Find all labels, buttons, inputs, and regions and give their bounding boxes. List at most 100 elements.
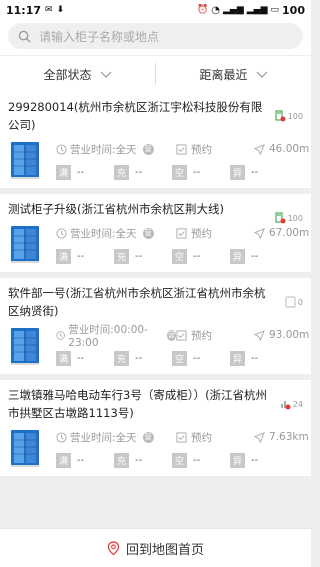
status-value: 100 <box>287 111 303 121</box>
reserve-button[interactable]: 预约 <box>176 226 254 241</box>
slot-count: 空 -- <box>172 164 230 180</box>
slot-count: 充 -- <box>114 452 172 468</box>
battery-icon: ▭ <box>270 5 280 15</box>
alarm-icon: ⏰ <box>197 5 209 15</box>
back-to-map-button[interactable]: 回到地图首页 <box>0 528 311 567</box>
slot-count: 满 -- <box>56 452 114 468</box>
distance: 46.00m <box>254 143 309 155</box>
slot-value: -- <box>77 166 85 178</box>
slot-tag: 异 <box>230 248 245 264</box>
reserve-check-icon <box>176 227 187 239</box>
slot-count: 异 -- <box>230 452 288 468</box>
slot-value: -- <box>251 250 259 262</box>
reserve-label: 预约 <box>191 329 212 342</box>
status-value: 0 <box>297 297 303 307</box>
reserve-button[interactable]: 预约 <box>176 430 254 445</box>
hours-badge: 营 <box>166 329 177 341</box>
reserve-label: 预约 <box>191 431 212 444</box>
slot-value: -- <box>135 166 143 178</box>
slot-value: -- <box>193 454 201 466</box>
slot-tag: 充 <box>114 164 129 180</box>
chevron-down-icon <box>100 71 111 78</box>
wifi-icon: ◔ <box>211 4 220 16</box>
slot-count: 充 -- <box>114 248 172 264</box>
slot-count: 满 -- <box>56 350 114 366</box>
hours-badge: 营 <box>142 431 154 443</box>
sort-filter-label: 距离最近 <box>199 67 248 82</box>
slot-tag: 满 <box>56 164 71 180</box>
slot-tag: 空 <box>172 350 187 366</box>
distance: 67.00m <box>254 227 309 239</box>
navigation-arrow-icon <box>254 227 265 239</box>
slot-value: -- <box>77 352 85 364</box>
slot-value: -- <box>251 352 259 364</box>
slot-tag: 充 <box>114 452 129 468</box>
cabinet-image <box>8 326 42 366</box>
slot-value: -- <box>193 352 201 364</box>
search-icon <box>18 30 31 43</box>
charging-offline-icon <box>275 110 286 122</box>
slot-count: 满 -- <box>56 248 114 264</box>
status-bar: 11:17 ✉ ⬇ ⏰ ◔ ▂▄▆ ▂▄▆ ▭ 100 <box>0 0 311 20</box>
navigation-arrow-icon <box>254 143 265 155</box>
navigation-arrow-icon <box>254 431 265 443</box>
reserve-check-icon <box>176 431 187 443</box>
status-value: 24 <box>292 399 303 409</box>
hours-badge: 营 <box>142 227 154 239</box>
search-input[interactable]: 请输入柜子名称或地点 <box>8 23 303 49</box>
cabinet-card[interactable]: 299280014(杭州市余杭区浙江宇松科技股份有限公司) 100 营业时间:全… <box>0 92 311 188</box>
back-to-map-label: 回到地图首页 <box>125 542 204 558</box>
sort-filter-dropdown[interactable]: 距离最近 <box>156 66 311 83</box>
slot-tag: 满 <box>56 350 71 366</box>
slot-count: 空 -- <box>172 452 230 468</box>
distance-value: 46.00m <box>269 143 310 155</box>
reserve-label: 预约 <box>191 143 212 156</box>
clock-icon <box>56 330 65 340</box>
cabinet-title: 测试柜子升级(浙江省杭州市余杭区荆大线) <box>8 202 224 216</box>
cabinet-status-badge: 24 <box>280 398 303 410</box>
slot-tag: 充 <box>114 248 129 264</box>
hours-badge: 营 <box>142 143 154 155</box>
status-filter-dropdown[interactable]: 全部状态 <box>0 66 155 83</box>
slot-tag: 空 <box>172 452 187 468</box>
cabinet-status-badge: 100 <box>275 212 303 224</box>
cabinet-image <box>8 224 42 264</box>
cabinet-title: 三墩镇雅马哈电动车行3号（寄成柜））(浙江省杭州市拱墅区古墩路1113号) <box>8 388 268 420</box>
signal-offline-icon <box>280 398 291 410</box>
reserve-button[interactable]: 预约 <box>176 142 254 157</box>
search-placeholder: 请输入柜子名称或地点 <box>39 29 160 44</box>
reserve-check-icon <box>176 143 187 155</box>
reserve-label: 预约 <box>191 227 212 240</box>
slot-count: 充 -- <box>114 350 172 366</box>
charging-offline-icon <box>275 212 286 224</box>
notification-icon: ✉ <box>45 5 53 15</box>
cabinet-card[interactable]: 软件部一号(浙江省杭州市余杭区浙江省杭州市余杭区纳贤街) 0 营业时间:00:0… <box>0 278 311 374</box>
slot-count: 异 -- <box>230 164 288 180</box>
cabinet-card[interactable]: 三墩镇雅马哈电动车行3号（寄成柜））(浙江省杭州市拱墅区古墩路1113号) 24 <box>0 380 311 476</box>
slot-count: 空 -- <box>172 248 230 264</box>
reserve-button[interactable]: 预约 <box>176 328 254 343</box>
battery-level: 100 <box>282 3 305 17</box>
signal-icon-2: ▂▄▆ <box>246 5 268 15</box>
slot-value: -- <box>135 250 143 262</box>
slot-tag: 空 <box>172 248 187 264</box>
cabinet-title: 299280014(杭州市余杭区浙江宇松科技股份有限公司) <box>8 100 263 132</box>
clock-icon <box>56 143 67 155</box>
distance-value: 67.00m <box>269 227 310 239</box>
slot-tag: 满 <box>56 248 71 264</box>
status-filter-label: 全部状态 <box>43 67 92 82</box>
cabinet-card[interactable]: 测试柜子升级(浙江省杭州市余杭区荆大线) 100 营业时间:全天 营 预约 67… <box>0 194 311 272</box>
slot-value: -- <box>135 352 143 364</box>
reserve-check-icon <box>176 329 187 341</box>
business-hours-text: 营业时间:全天 <box>70 143 137 156</box>
slot-tag: 空 <box>172 164 187 180</box>
slot-value: -- <box>135 454 143 466</box>
business-hours-text: 营业时间:全天 <box>70 227 137 240</box>
slot-count: 空 -- <box>172 350 230 366</box>
download-icon: ⬇ <box>56 5 65 15</box>
empty-box-icon <box>285 296 296 308</box>
status-time: 11:17 <box>6 3 42 17</box>
slot-tag: 充 <box>114 350 129 366</box>
signal-icon: ▂▄▆ <box>222 5 244 15</box>
cabinet-image <box>8 140 42 180</box>
